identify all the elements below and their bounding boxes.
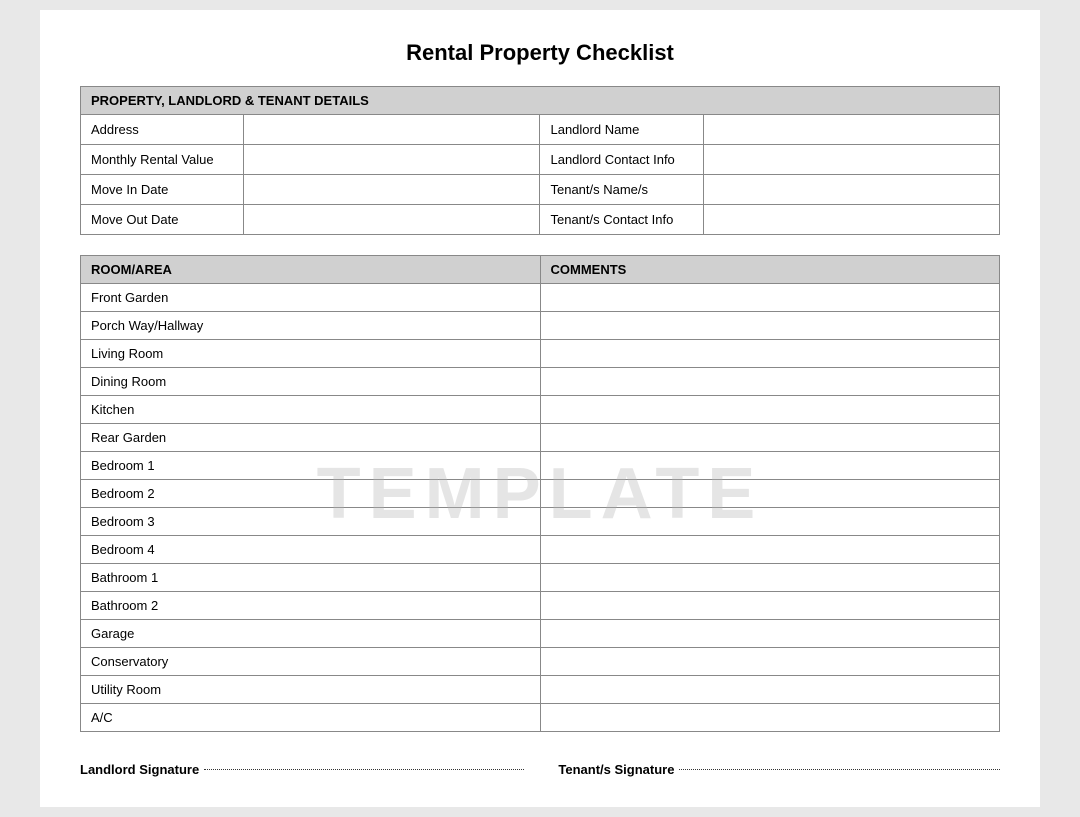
room-comment[interactable]	[540, 704, 1000, 732]
room-comment[interactable]	[540, 312, 1000, 340]
page: Rental Property Checklist PROPERTY, LAND…	[40, 10, 1040, 807]
room-comment[interactable]	[540, 648, 1000, 676]
room-header: ROOM/AREA	[81, 256, 541, 284]
room-name: Living Room	[81, 340, 541, 368]
room-name: Bathroom 2	[81, 592, 541, 620]
detail-left-value[interactable]	[244, 145, 540, 175]
detail-right-value[interactable]	[703, 145, 999, 175]
room-row: Utility Room	[81, 676, 1000, 704]
detail-left-value[interactable]	[244, 115, 540, 145]
tenant-signature-label: Tenant/s Signature	[558, 762, 674, 777]
room-comment[interactable]	[540, 620, 1000, 648]
room-name: Front Garden	[81, 284, 541, 312]
room-comment[interactable]	[540, 564, 1000, 592]
detail-right-label: Tenant/s Contact Info	[540, 205, 703, 235]
room-name: Conservatory	[81, 648, 541, 676]
comments-header: COMMENTS	[540, 256, 1000, 284]
room-row: Front Garden	[81, 284, 1000, 312]
room-comment[interactable]	[540, 592, 1000, 620]
room-comment[interactable]	[540, 284, 1000, 312]
detail-right-label: Landlord Contact Info	[540, 145, 703, 175]
room-row: Living Room	[81, 340, 1000, 368]
detail-left-value[interactable]	[244, 175, 540, 205]
detail-right-value[interactable]	[703, 115, 999, 145]
room-name: Bathroom 1	[81, 564, 541, 592]
detail-left-label: Move Out Date	[81, 205, 244, 235]
detail-right-label: Landlord Name	[540, 115, 703, 145]
room-row: Bedroom 2	[81, 480, 1000, 508]
detail-right-value[interactable]	[703, 205, 999, 235]
room-row: Bathroom 1	[81, 564, 1000, 592]
room-row: Conservatory	[81, 648, 1000, 676]
room-comment[interactable]	[540, 536, 1000, 564]
room-name: Kitchen	[81, 396, 541, 424]
room-name: Bedroom 4	[81, 536, 541, 564]
details-row: Move In Date Tenant/s Name/s	[81, 175, 1000, 205]
room-comment[interactable]	[540, 508, 1000, 536]
room-row: Rear Garden	[81, 424, 1000, 452]
room-table-wrapper: TEMPLATE ROOM/AREA COMMENTS Front Garden…	[80, 255, 1000, 732]
tenant-signature-line	[679, 769, 1000, 770]
room-name: A/C	[81, 704, 541, 732]
room-comment[interactable]	[540, 424, 1000, 452]
room-row: Bedroom 1	[81, 452, 1000, 480]
room-row: Bedroom 3	[81, 508, 1000, 536]
page-title: Rental Property Checklist	[80, 40, 1000, 66]
tenant-signature: Tenant/s Signature	[558, 762, 1000, 777]
landlord-signature: Landlord Signature	[80, 762, 522, 777]
detail-right-value[interactable]	[703, 175, 999, 205]
details-row: Move Out Date Tenant/s Contact Info	[81, 205, 1000, 235]
room-name: Garage	[81, 620, 541, 648]
detail-right-label: Tenant/s Name/s	[540, 175, 703, 205]
room-row: Garage	[81, 620, 1000, 648]
room-name: Rear Garden	[81, 424, 541, 452]
room-table: ROOM/AREA COMMENTS Front GardenPorch Way…	[80, 255, 1000, 732]
room-comment[interactable]	[540, 480, 1000, 508]
room-comment[interactable]	[540, 452, 1000, 480]
room-row: Bedroom 4	[81, 536, 1000, 564]
room-name: Dining Room	[81, 368, 541, 396]
details-table: PROPERTY, LANDLORD & TENANT DETAILS Addr…	[80, 86, 1000, 235]
room-comment[interactable]	[540, 676, 1000, 704]
room-row: Dining Room	[81, 368, 1000, 396]
room-row: Porch Way/Hallway	[81, 312, 1000, 340]
room-name: Bedroom 3	[81, 508, 541, 536]
room-row: Bathroom 2	[81, 592, 1000, 620]
details-header: PROPERTY, LANDLORD & TENANT DETAILS	[81, 87, 1000, 115]
room-row: A/C	[81, 704, 1000, 732]
room-name: Utility Room	[81, 676, 541, 704]
detail-left-label: Move In Date	[81, 175, 244, 205]
room-comment[interactable]	[540, 396, 1000, 424]
room-comment[interactable]	[540, 368, 1000, 396]
room-name: Bedroom 1	[81, 452, 541, 480]
details-row: Monthly Rental Value Landlord Contact Inf…	[81, 145, 1000, 175]
landlord-signature-line	[204, 769, 524, 770]
room-comment[interactable]	[540, 340, 1000, 368]
room-name: Bedroom 2	[81, 480, 541, 508]
detail-left-value[interactable]	[244, 205, 540, 235]
detail-left-label: Address	[81, 115, 244, 145]
details-row: Address Landlord Name	[81, 115, 1000, 145]
detail-left-label: Monthly Rental Value	[81, 145, 244, 175]
room-name: Porch Way/Hallway	[81, 312, 541, 340]
landlord-signature-label: Landlord Signature	[80, 762, 199, 777]
room-row: Kitchen	[81, 396, 1000, 424]
signature-section: Landlord Signature Tenant/s Signature	[80, 762, 1000, 777]
